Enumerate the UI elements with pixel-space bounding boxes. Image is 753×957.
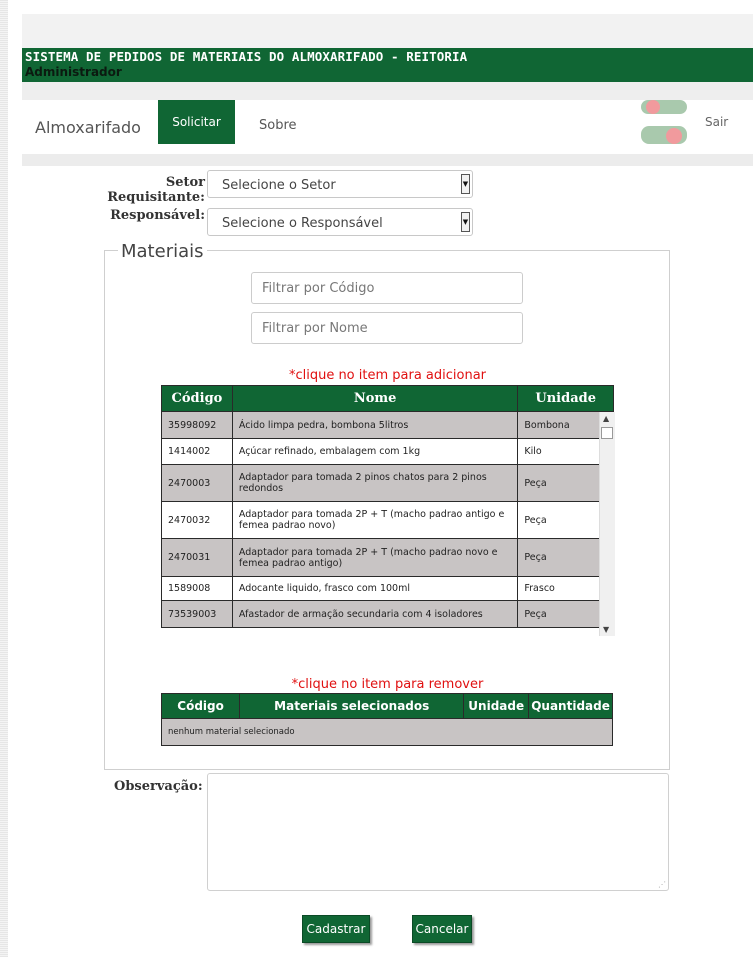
resize-grip-icon[interactable]: ⋰ xyxy=(658,880,666,889)
cancelar-button[interactable]: Cancelar xyxy=(412,915,472,943)
scroll-down-icon[interactable]: ▼ xyxy=(603,625,609,634)
col-header-codigo[interactable]: Código xyxy=(160,693,241,719)
cell-nome: Adocante liquido, frasco com 100ml xyxy=(231,576,519,601)
nav-sair[interactable]: Sair xyxy=(705,115,728,129)
col-header-materiais[interactable]: Materiais selecionados xyxy=(239,693,465,719)
observacao-textarea[interactable]: ⋰ xyxy=(207,773,669,891)
scroll-thumb[interactable] xyxy=(601,427,613,439)
cell-codigo: 73539003 xyxy=(161,600,233,628)
table-row: nenhum material selecionado xyxy=(161,718,613,746)
cell-nome: Adaptador para tomada 2P + T (macho padr… xyxy=(231,538,519,577)
col-header-nome[interactable]: Nome xyxy=(231,385,519,412)
empty-message: nenhum material selecionado xyxy=(161,718,613,746)
navbar: Almoxarifado Solicitar Sobre Sair xyxy=(22,100,753,154)
nav-sobre[interactable]: Sobre xyxy=(259,118,297,133)
institution-logo-icon xyxy=(641,100,687,144)
table-row[interactable]: 73539003 Afastador de armação secundaria… xyxy=(161,600,614,628)
add-hint: *clique no item para adicionar xyxy=(288,368,487,383)
filter-nome-input[interactable]: Filtrar por Nome xyxy=(251,312,523,344)
selecionados-table: Código Materiais selecionados Unidade Qu… xyxy=(160,693,613,746)
header-banner: SISTEMA DE PEDIDOS DE MATERIAIS DO ALMOX… xyxy=(22,48,753,82)
cell-codigo: 2470031 xyxy=(161,538,233,577)
setor-label: Setor Requisitante: xyxy=(107,175,205,205)
cell-codigo: 35998092 xyxy=(161,411,233,439)
page: SISTEMA DE PEDIDOS DE MATERIAIS DO ALMOX… xyxy=(22,14,753,957)
system-title: SISTEMA DE PEDIDOS DE MATERIAIS DO ALMOX… xyxy=(25,49,468,64)
table-row[interactable]: 2470031 Adaptador para tomada 2P + T (ma… xyxy=(161,538,614,577)
header-subbar xyxy=(22,82,753,100)
setor-select-value: Selecione o Setor xyxy=(222,178,336,193)
cell-codigo: 1414002 xyxy=(161,438,233,465)
remove-hint: *clique no item para remover xyxy=(291,677,484,692)
nav-brand[interactable]: Almoxarifado xyxy=(35,118,141,137)
materiais-legend: Materiais xyxy=(118,241,207,262)
responsavel-select[interactable]: Selecione o Responsável ▼ xyxy=(207,208,473,236)
table-row[interactable]: 1589008 Adocante liquido, frasco com 100… xyxy=(161,576,614,601)
cell-nome: Adaptador para tomada 2 pinos chatos par… xyxy=(231,464,519,502)
setor-select[interactable]: Selecione o Setor ▼ xyxy=(207,170,473,198)
table-row[interactable]: 1414002 Açúcar refinado, embalagem com 1… xyxy=(161,438,614,465)
col-header-unidade[interactable]: Unidade xyxy=(463,693,530,719)
col-header-unidade[interactable]: Unidade xyxy=(517,385,614,412)
cell-nome: Ácido limpa pedra, bombona 5litros xyxy=(231,411,519,439)
materiais-scrollbar[interactable]: ▲ ▼ xyxy=(599,412,615,636)
cell-nome: Afastador de armação secundaria com 4 is… xyxy=(231,600,519,628)
chevron-down-icon: ▼ xyxy=(461,174,470,194)
top-gap xyxy=(22,14,753,48)
scroll-up-icon[interactable]: ▲ xyxy=(603,414,609,423)
table-row[interactable]: 2470032 Adaptador para tomada 2P + T (ma… xyxy=(161,501,614,539)
chevron-down-icon: ▼ xyxy=(461,212,470,232)
nav-solicitar[interactable]: Solicitar xyxy=(158,100,235,144)
col-header-codigo[interactable]: Código xyxy=(161,385,233,412)
filter-nome-placeholder: Filtrar por Nome xyxy=(262,321,368,336)
nav-divider xyxy=(22,154,753,166)
table-row[interactable]: 35998092 Ácido limpa pedra, bombona 5lit… xyxy=(161,411,614,439)
observacao-label: Observação: xyxy=(114,779,203,794)
cadastrar-button[interactable]: Cadastrar xyxy=(302,915,370,943)
responsavel-label: Responsável: xyxy=(110,208,205,223)
cell-codigo: 2470032 xyxy=(161,501,233,539)
table-row[interactable]: 2470003 Adaptador para tomada 2 pinos ch… xyxy=(161,464,614,502)
cell-nome: Adaptador para tomada 2P + T (macho padr… xyxy=(231,501,519,539)
responsavel-select-value: Selecione o Responsável xyxy=(222,216,383,231)
window-left-edge xyxy=(0,0,8,957)
user-role: Administrador xyxy=(25,65,122,79)
cell-nome: Açúcar refinado, embalagem com 1kg xyxy=(231,438,519,465)
cell-codigo: 1589008 xyxy=(161,576,233,601)
cell-codigo: 2470003 xyxy=(161,464,233,502)
col-header-quantidade[interactable]: Quantidade xyxy=(528,693,613,719)
filter-codigo-input[interactable]: Filtrar por Código xyxy=(251,272,523,304)
materiais-table: Código Nome Unidade 35998092 Ácido limpa… xyxy=(161,385,614,628)
filter-codigo-placeholder: Filtrar por Código xyxy=(262,281,375,296)
